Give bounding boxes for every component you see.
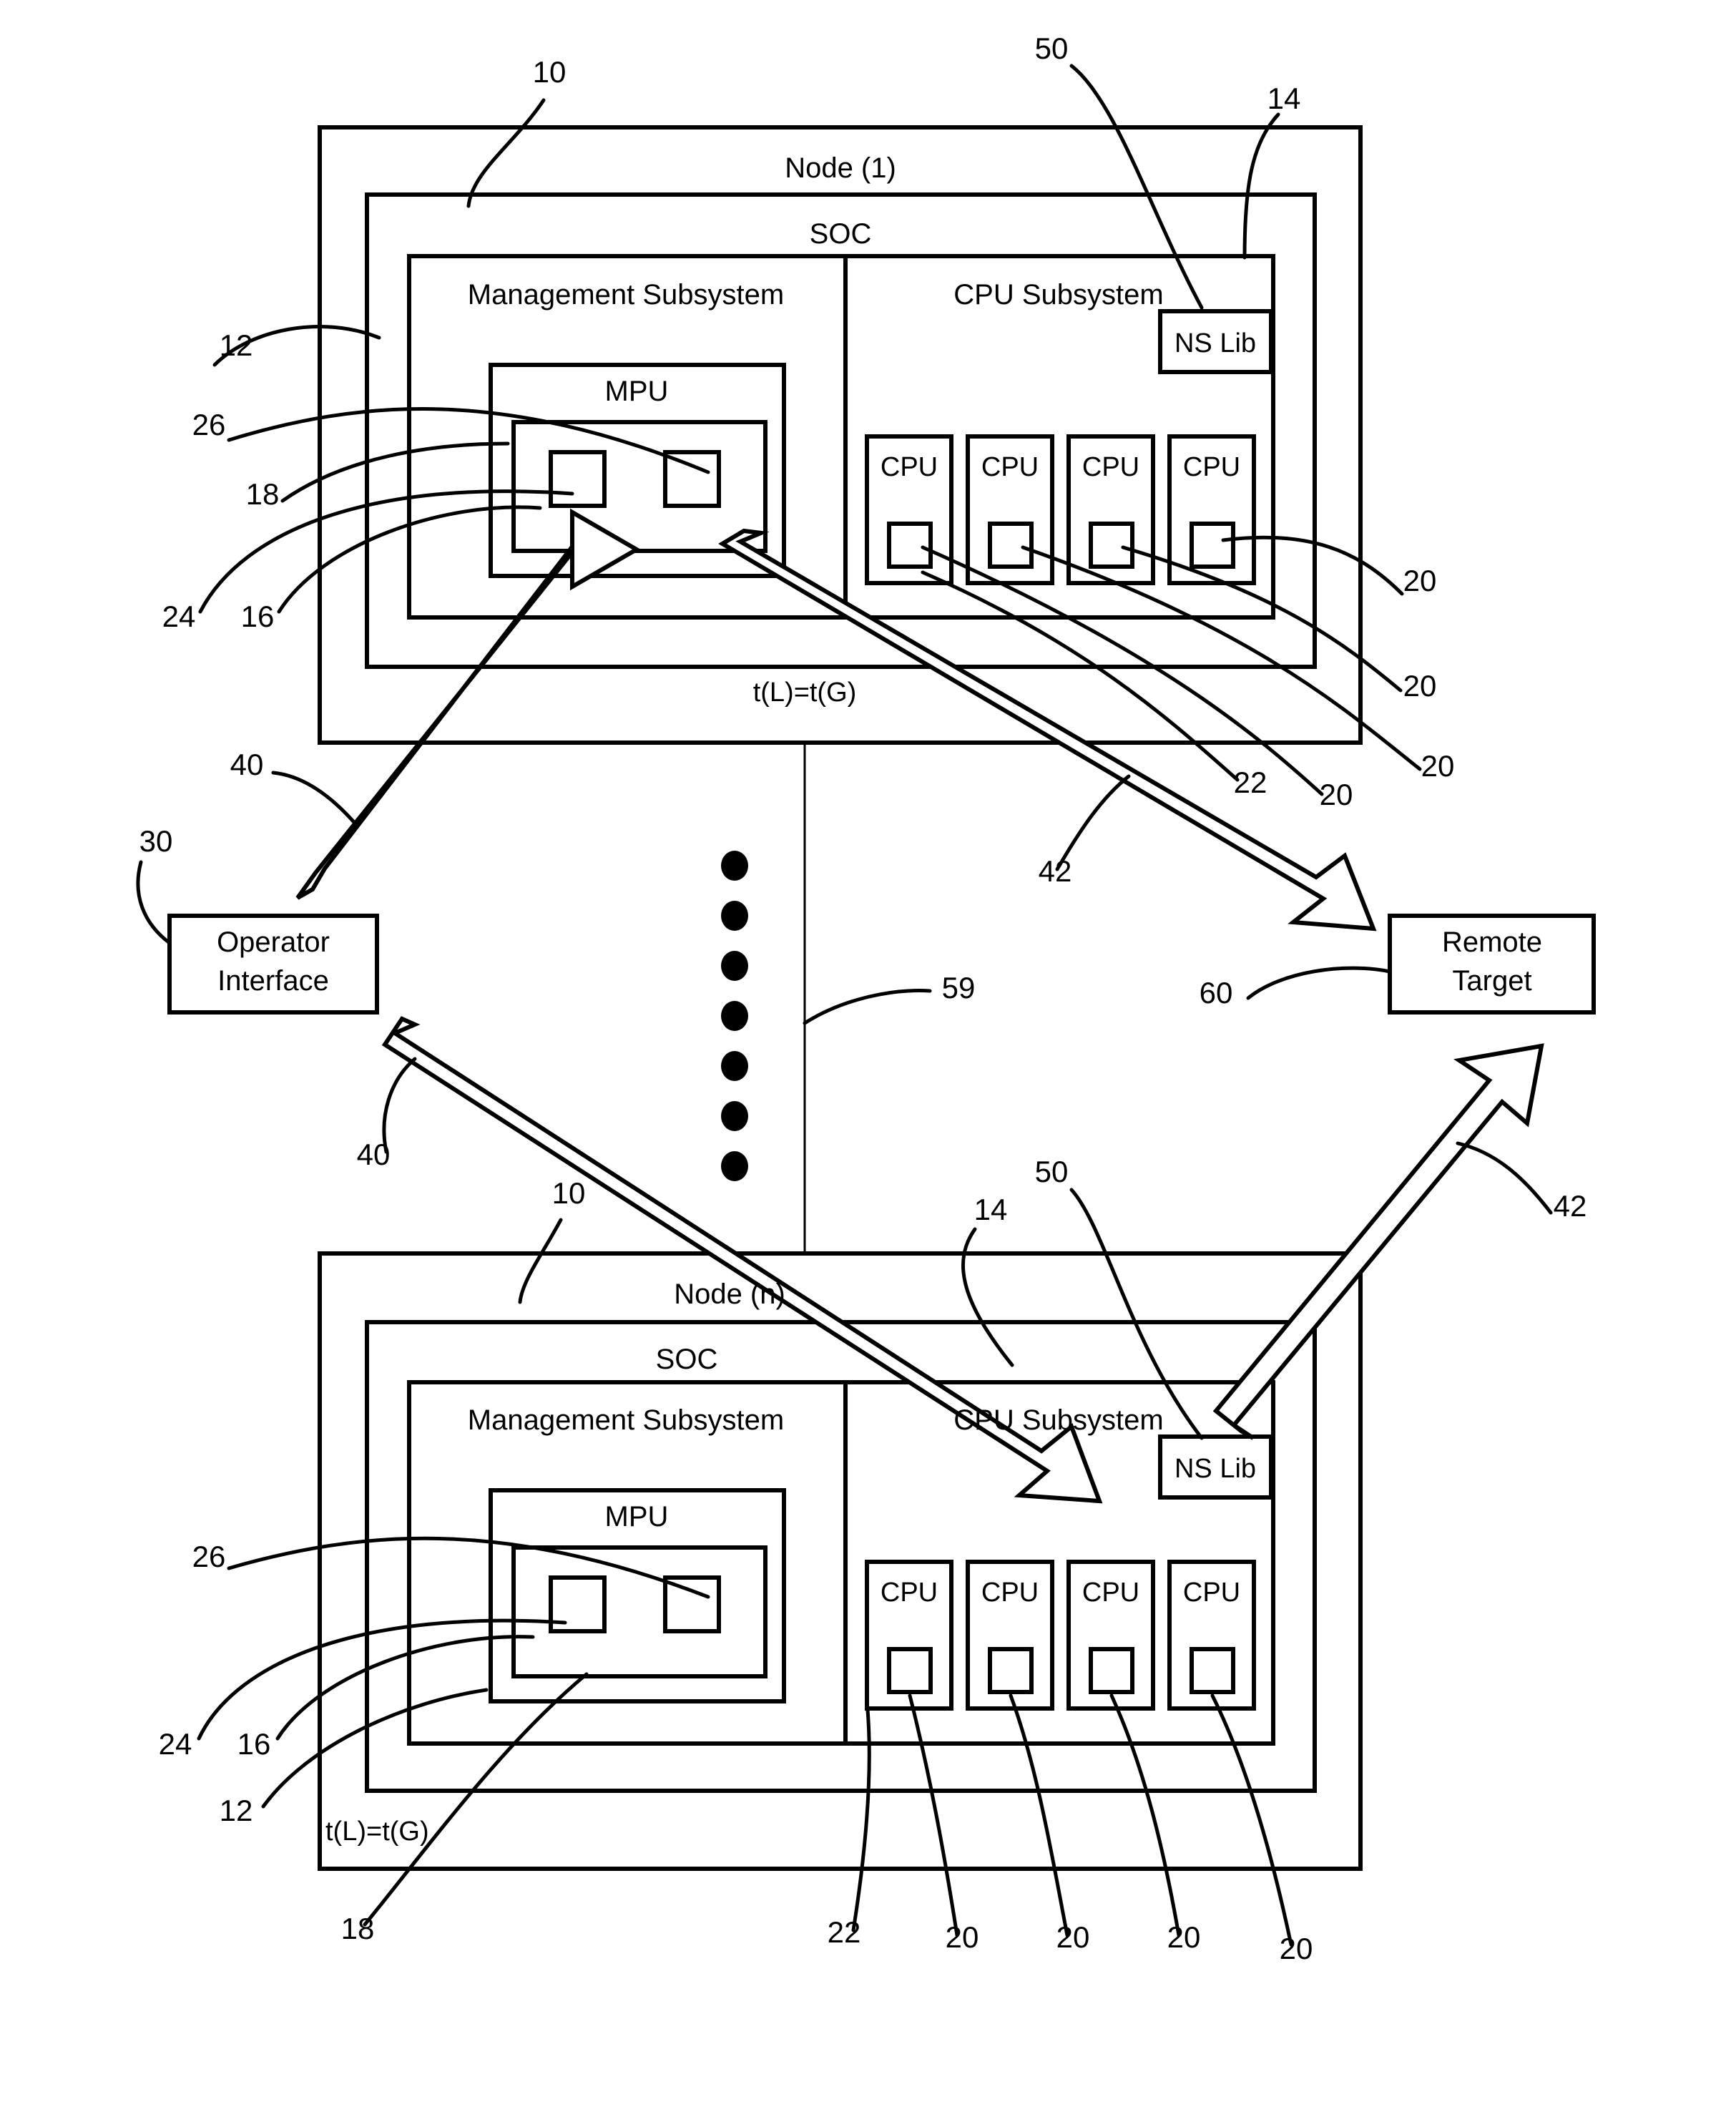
node-n-management-subsystem-label: Management Subsystem xyxy=(468,1404,784,1436)
node-1-management-subsystem-label: Management Subsystem xyxy=(468,279,784,311)
node-n-soc-label: SOC xyxy=(656,1344,718,1375)
ref-numeral-26-node1: 26 xyxy=(192,408,226,441)
ref-numeral-22-node1: 22 xyxy=(1234,766,1267,799)
ref-numeral-12-node1: 12 xyxy=(220,328,253,362)
operator-interface-label-line1: Operator xyxy=(217,927,330,958)
ref-numeral-50-noden: 50 xyxy=(1035,1155,1069,1188)
ref-numeral-42-upper: 42 xyxy=(1039,854,1072,888)
ref-numeral-12-noden: 12 xyxy=(220,1794,253,1827)
ref-numeral-20a-node1: 20 xyxy=(1403,564,1437,597)
ref-numeral-14-noden: 14 xyxy=(974,1193,1008,1226)
remote-target-label-line2: Target xyxy=(1452,965,1531,997)
ref-numeral-20b-noden: 20 xyxy=(1056,1920,1090,1954)
node-1-cpu-subsystem-label: CPU Subsystem xyxy=(953,279,1163,311)
node-n-cpu-label-1: CPU xyxy=(881,1578,938,1608)
ref-numeral-18-node1: 18 xyxy=(246,477,280,511)
ref-numeral-40-upper: 40 xyxy=(230,748,264,781)
remote-target-label-line1: Remote xyxy=(1442,927,1542,958)
ref-numeral-16-noden: 16 xyxy=(237,1727,271,1761)
ref-numeral-20a-noden: 20 xyxy=(946,1920,979,1954)
node-1-title: Node (1) xyxy=(785,152,896,184)
patent-figure-canvas: Node (1) SOC Management Subsystem CPU Su… xyxy=(0,0,1736,2107)
node-1-cpu-label-2: CPU xyxy=(981,452,1039,482)
ref-numeral-20c-node1: 20 xyxy=(1421,749,1455,783)
ref-numeral-26-noden: 26 xyxy=(192,1540,226,1573)
ref-numeral-40-lower: 40 xyxy=(357,1138,391,1171)
text-layer: Node (1) SOC Management Subsystem CPU Su… xyxy=(139,31,1587,1965)
node-n-title: Node (n) xyxy=(674,1279,785,1310)
ref-numeral-59: 59 xyxy=(942,971,976,1004)
ref-numeral-20d-noden: 20 xyxy=(1280,1932,1313,1965)
ref-numeral-22-noden: 22 xyxy=(828,1915,861,1949)
node-1-cpu-label-3: CPU xyxy=(1082,452,1139,482)
node-n-cpu-subsystem-label: CPU Subsystem xyxy=(953,1404,1163,1436)
ref-numeral-10-noden: 10 xyxy=(552,1176,586,1210)
node-n-cpu-label-4: CPU xyxy=(1183,1578,1240,1608)
ref-numeral-24-noden: 24 xyxy=(159,1727,192,1761)
ref-numeral-18-noden: 18 xyxy=(341,1912,375,1945)
node-n-mpu-label: MPU xyxy=(605,1501,669,1532)
node-n-cpu-label-2: CPU xyxy=(981,1578,1039,1608)
node-1-ns-lib-label: NS Lib xyxy=(1175,328,1256,358)
node-1-mpu-label: MPU xyxy=(605,376,669,407)
ref-numeral-10-node1: 10 xyxy=(533,55,567,89)
node-1-time-equation: t(L)=t(G) xyxy=(753,678,857,708)
ref-numeral-20d-node1: 20 xyxy=(1320,778,1353,811)
ref-numeral-42-lower: 42 xyxy=(1554,1189,1587,1223)
operator-interface-label-line2: Interface xyxy=(217,965,329,997)
ref-numeral-24-node1: 24 xyxy=(162,600,196,633)
ref-numeral-20c-noden: 20 xyxy=(1167,1920,1201,1954)
ref-numeral-60: 60 xyxy=(1200,976,1233,1009)
ref-numeral-14-node1: 14 xyxy=(1267,82,1301,115)
node-n-cpu-label-3: CPU xyxy=(1082,1578,1139,1608)
node-1-cpu-label-4: CPU xyxy=(1183,452,1240,482)
ref-numeral-30: 30 xyxy=(139,824,173,858)
ref-numeral-50-node1: 50 xyxy=(1035,31,1069,65)
node-1-cpu-label-1: CPU xyxy=(881,452,938,482)
ref-numeral-16-node1: 16 xyxy=(241,600,275,633)
node-n-ns-lib-label: NS Lib xyxy=(1175,1454,1256,1484)
node-1-soc-label: SOC xyxy=(810,218,872,250)
node-n-time-equation: t(L)=t(G) xyxy=(325,1817,429,1847)
ref-numeral-20b-node1: 20 xyxy=(1403,669,1437,703)
